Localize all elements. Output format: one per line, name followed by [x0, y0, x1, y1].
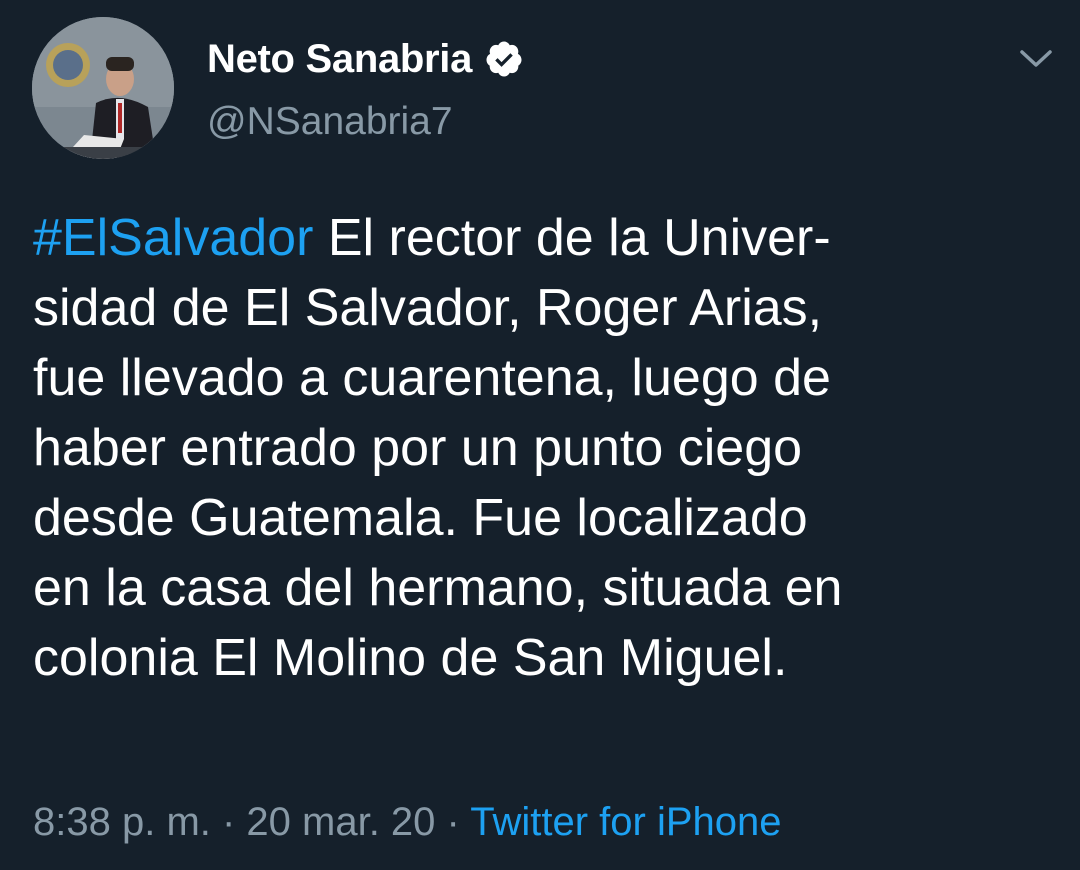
tweet-line-text: El rector de la Univer- [313, 209, 831, 267]
tweet-source-link[interactable]: Twitter for iPhone [470, 800, 781, 844]
tweet-time[interactable]: 8:38 p. m. [33, 800, 211, 844]
tweet: Neto Sanabria @NSanabria7 #ElSalvador El… [0, 0, 1080, 870]
meta-separator: · [210, 800, 247, 844]
tweet-date[interactable]: 20 mar. 20 [246, 800, 435, 844]
display-name[interactable]: Neto Sanabria [207, 37, 472, 82]
author-handle[interactable]: @NSanabria7 [207, 100, 453, 144]
tweet-line: haber entrado por un punto ciego [33, 419, 803, 477]
tweet-line: fue llevado a cuarentena, luego de [33, 349, 831, 407]
avatar[interactable] [32, 17, 174, 159]
tweet-meta: 8:38 p. m. · 20 mar. 20 · Twitter for iP… [33, 800, 782, 845]
tweet-line: #ElSalvador El rector de la Univer- [33, 203, 1053, 273]
meta-separator: · [435, 800, 471, 844]
chevron-down-icon[interactable] [1016, 44, 1056, 72]
tweet-line: desde Guatemala. Fue localizado [33, 489, 808, 547]
verified-badge-icon [484, 39, 524, 79]
tweet-line: sidad de El Salvador, Roger Arias, [33, 279, 823, 337]
tweet-line: colonia El Molino de San Miguel. [33, 629, 788, 687]
author-name-row[interactable]: Neto Sanabria [207, 34, 524, 84]
tweet-line: en la casa del hermano, situada en [33, 559, 843, 617]
hashtag-link[interactable]: #ElSalvador [33, 209, 313, 267]
avatar-photo [32, 17, 174, 159]
tweet-text: #ElSalvador El rector de la Univer- sida… [33, 203, 1053, 693]
